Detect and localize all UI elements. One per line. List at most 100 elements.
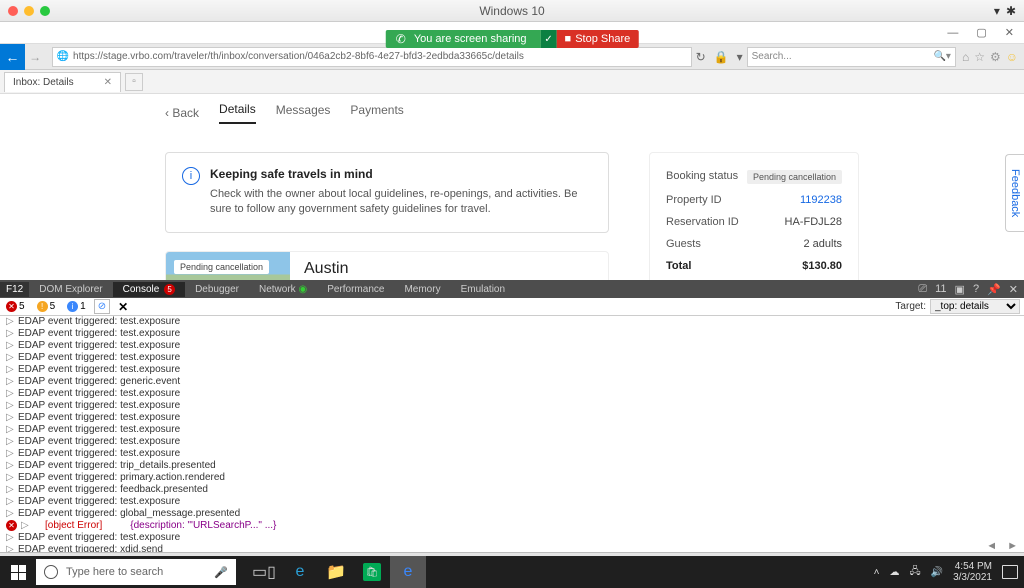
start-button[interactable]: [0, 556, 36, 588]
tab-payments[interactable]: Payments: [350, 103, 403, 123]
close-pane-icon[interactable]: ✕: [114, 300, 132, 314]
property-image: Pending cancellation: [166, 252, 290, 280]
clear-console-icon[interactable]: ⊘: [94, 299, 110, 314]
file-explorer-icon[interactable]: 📁: [318, 556, 354, 588]
favorites-icon[interactable]: ☆: [974, 50, 985, 64]
page-back-link[interactable]: ‹ Back: [165, 106, 199, 120]
windows-logo-icon: [11, 565, 26, 580]
property-id-link[interactable]: 1192238: [800, 194, 842, 206]
error-badge: 5: [164, 284, 175, 295]
mac-right-controls: ▾ ✱: [994, 4, 1016, 18]
home-icon[interactable]: ⌂: [962, 50, 969, 64]
edge-icon[interactable]: e: [282, 556, 318, 588]
console-line: ▷EDAP event triggered: test.exposure: [0, 388, 1024, 400]
dt-tab-dom[interactable]: DOM Explorer: [29, 282, 112, 297]
taskbar-search[interactable]: Type here to search 🎤: [36, 559, 236, 585]
minimize-icon[interactable]: [24, 6, 34, 16]
close-icon[interactable]: [8, 6, 18, 16]
ie-running-icon[interactable]: e: [390, 556, 426, 588]
console-line: ▷EDAP event triggered: test.exposure: [0, 424, 1024, 436]
dropdown-icon[interactable]: ▾: [733, 50, 747, 64]
dt-popout-icon[interactable]: ▣: [955, 283, 965, 296]
console-line: ▷EDAP event triggered: test.exposure: [0, 448, 1024, 460]
dt-tab-emulation[interactable]: Emulation: [451, 282, 515, 297]
vm-maximize-icon[interactable]: ▢: [976, 26, 986, 39]
filter-warnings[interactable]: !5: [33, 300, 60, 313]
volume-icon[interactable]: 🔊: [931, 567, 943, 578]
windows-taskbar: Type here to search 🎤 ▭▯ e 📁 🛍 e ˄ ☁ 🖧 🔊…: [0, 556, 1024, 588]
task-view-icon[interactable]: ▭▯: [246, 556, 282, 588]
f12-label: F12: [0, 282, 29, 297]
safety-notice: i Keeping safe travels in mind Check wit…: [165, 152, 609, 233]
filter-info[interactable]: i1: [63, 300, 90, 313]
stop-share-button[interactable]: ■ Stop Share: [557, 30, 639, 48]
tab-title: Inbox: Details: [13, 77, 74, 88]
system-clock[interactable]: 4:54 PM 3/3/2021: [953, 561, 992, 583]
ie-tab-strip: Inbox: Details ✕ ▫: [0, 70, 1024, 94]
refresh-icon[interactable]: ↻: [692, 50, 710, 64]
gear-icon[interactable]: ✱: [1006, 4, 1016, 18]
tab-details[interactable]: Details: [219, 102, 256, 124]
share-check-icon[interactable]: ✓: [541, 30, 557, 48]
cortana-icon: [44, 565, 58, 579]
search-placeholder-text: Type here to search: [66, 566, 163, 578]
tray-up-icon[interactable]: ˄: [874, 567, 880, 578]
dt-count: 11: [935, 283, 946, 295]
console-line: ▷EDAP event triggered: trip_details.pres…: [0, 460, 1024, 472]
back-button[interactable]: ←: [0, 44, 25, 70]
dt-help-icon[interactable]: ?: [973, 283, 979, 295]
url-field[interactable]: 🌐 https://stage.vrbo.com/traveler/th/inb…: [52, 47, 692, 67]
mac-titlebar: Windows 10 ▾ ✱: [0, 0, 1024, 22]
search-icon[interactable]: 🔍▾: [933, 51, 950, 62]
console-line: ▷EDAP event triggered: test.exposure: [0, 496, 1024, 508]
dt-pin-icon[interactable]: 📌: [987, 283, 1001, 296]
store-icon[interactable]: 🛍: [354, 556, 390, 588]
target-select[interactable]: _top: details: [930, 299, 1020, 314]
dt-tab-network[interactable]: Network ◉: [249, 282, 317, 297]
smiley-icon[interactable]: ☺: [1006, 50, 1018, 64]
scroll-left-icon[interactable]: ◄: [986, 540, 997, 552]
guests-value: 2 adults: [803, 238, 842, 250]
tray-icon-1[interactable]: ☁: [889, 567, 899, 578]
dt-tab-memory[interactable]: Memory: [394, 282, 450, 297]
mic-icon[interactable]: 🎤: [214, 566, 228, 579]
dt-tab-performance[interactable]: Performance: [317, 282, 394, 297]
share-status: You are screen sharing: [386, 30, 541, 48]
forward-button[interactable]: →: [25, 50, 46, 64]
traffic-lights: [8, 6, 50, 16]
search-field[interactable]: Search... 🔍▾: [747, 47, 956, 67]
dt-tab-debugger[interactable]: Debugger: [185, 282, 249, 297]
scroll-right-icon[interactable]: ►: [1007, 540, 1018, 552]
console-line: ▷EDAP event triggered: test.exposure: [0, 340, 1024, 352]
vm-close-icon[interactable]: ✕: [1005, 26, 1014, 39]
info-icon: i: [182, 167, 200, 185]
filter-errors[interactable]: ✕5: [2, 300, 29, 313]
console-line: ▷EDAP event triggered: test.exposure: [0, 328, 1024, 340]
maximize-icon[interactable]: [40, 6, 50, 16]
devtools-toolbar: ✕5 !5 i1 ⊘ ✕ Target: _top: details: [0, 298, 1024, 316]
notice-body: Check with the owner about local guideli…: [210, 187, 592, 218]
tab-messages[interactable]: Messages: [276, 103, 331, 123]
ie-toolbar-icons: ⌂ ☆ ⚙ ☺: [956, 50, 1024, 64]
console-error-line: ✕ ▷[object Error]{description: "'URLSear…: [0, 520, 1024, 532]
network-icon[interactable]: 🖧: [909, 564, 920, 581]
dt-close-icon[interactable]: ✕: [1009, 283, 1018, 296]
booking-status-value: Pending cancellation: [747, 170, 842, 184]
tab-close-icon[interactable]: ✕: [104, 77, 112, 88]
feedback-tab[interactable]: Feedback: [1005, 154, 1024, 232]
console-line: ▷EDAP event triggered: test.exposure: [0, 400, 1024, 412]
browser-tab[interactable]: Inbox: Details ✕: [4, 72, 121, 92]
tools-icon[interactable]: ⚙: [990, 50, 1001, 64]
vm-minimize-icon[interactable]: —: [947, 27, 958, 39]
dt-tab-console[interactable]: Console 5: [113, 282, 185, 297]
new-tab-button[interactable]: ▫: [125, 73, 143, 91]
action-center-icon[interactable]: [1002, 565, 1018, 579]
chevron-down-icon[interactable]: ▾: [994, 4, 1000, 18]
dt-screen-icon[interactable]: ⎚: [918, 283, 927, 296]
lock-icon: 🔒: [710, 50, 733, 64]
search-placeholder: Search...: [752, 51, 792, 62]
console-output[interactable]: ▷EDAP event triggered: test.exposure▷EDA…: [0, 316, 1024, 552]
window-title: Windows 10: [479, 4, 544, 18]
property-card[interactable]: Pending cancellation Austin Property ID:…: [165, 251, 609, 280]
view-details-link[interactable]: View details: [666, 279, 842, 280]
